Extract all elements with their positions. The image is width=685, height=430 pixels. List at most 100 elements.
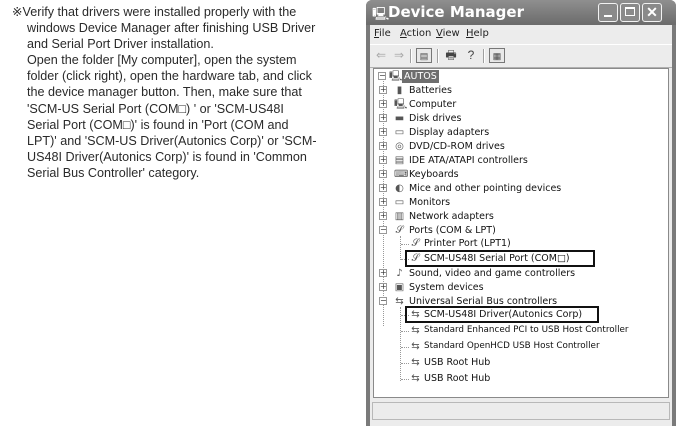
system-device-icon: ▣ (394, 282, 405, 293)
tree-item-label: Keyboards (409, 169, 459, 180)
tree-item-batteries[interactable]: + ▮ Batteries (379, 84, 579, 97)
sound-icon: ♪ (396, 268, 403, 279)
tree-item-disk-drives[interactable]: + ▬ Disk drives (379, 112, 579, 125)
tree-item-usb-root-hub[interactable]: ⇆ USB Root Hub (410, 356, 610, 369)
device-tree: − 🖳 AUTOS + ▮ Batteries + 🖳 Computer + ▬… (373, 68, 669, 398)
expand-toggle[interactable]: + (379, 128, 387, 136)
tree-root[interactable]: − 🖳 AUTOS (378, 70, 478, 83)
expand-toggle[interactable]: + (379, 86, 387, 94)
network-adapter-icon: ▥ (394, 211, 405, 222)
tree-connector (401, 347, 409, 348)
properties-icon[interactable]: ▤ (416, 48, 432, 63)
help-icon[interactable]: ? (463, 48, 479, 63)
tree-item-label: System devices (409, 282, 484, 293)
maximize-icon (625, 7, 635, 16)
computer-icon: 🖳 (389, 71, 403, 82)
tree-item-system-devices[interactable]: + ▣ System devices (379, 281, 579, 294)
tree-item-ide-controllers[interactable]: + ▤ IDE ATA/ATAPI controllers (379, 154, 599, 167)
instruction-text: ※Verify that drivers were installed prop… (8, 4, 368, 181)
computer-icon: 🖳 (394, 99, 408, 110)
tree-connector (400, 307, 401, 381)
tree-item-pci-usb-host[interactable]: ⇆ Standard Enhanced PCI to USB Host Cont… (410, 324, 668, 337)
tree-connector (401, 244, 409, 245)
expand-toggle[interactable]: + (379, 156, 387, 164)
tree-item-label: Disk drives (409, 113, 462, 124)
usb-icon: ⇆ (411, 341, 420, 352)
tree-item-dvd-drives[interactable]: + ◎ DVD/CD-ROM drives (379, 140, 579, 153)
tree-item-label: USB Root Hub (424, 373, 491, 384)
mouse-icon: ◐ (395, 183, 404, 194)
menu-help[interactable]: Help (466, 28, 489, 39)
expand-toggle[interactable]: + (379, 212, 387, 220)
expand-toggle[interactable]: + (379, 114, 387, 122)
tree-item-label: Network adapters (409, 211, 494, 222)
tree-item-label: USB Root Hub (424, 357, 491, 368)
tree-item-ports[interactable]: − 𝒮 Ports (COM & LPT) (379, 224, 579, 237)
instruction-line: ※Verify that drivers were installed prop… (12, 5, 297, 19)
back-arrow-icon[interactable]: ⇐ (373, 48, 389, 63)
tree-connector (400, 236, 401, 260)
instruction-line: and Serial Port Driver installation. (27, 37, 214, 52)
keyboard-icon: ⌨ (394, 169, 409, 180)
tree-item-display-adapters[interactable]: + ▭ Display adapters (379, 126, 579, 139)
usb-icon: ⇆ (411, 373, 420, 384)
tree-item-label: Computer (409, 99, 457, 110)
usb-icon: ⇆ (411, 357, 420, 368)
title-bar[interactable]: 🖳 Device Manager ✕ (366, 0, 676, 25)
toolbar-separator (410, 49, 412, 63)
expand-toggle[interactable]: + (379, 100, 387, 108)
computer-icon: 🖳 (372, 6, 390, 21)
tree-item-sound[interactable]: + ♪ Sound, video and game controllers (379, 267, 619, 280)
instruction-line: LPT)' and 'SCM-US Driver(Autonics Corp)'… (27, 133, 317, 148)
status-bar (372, 402, 670, 420)
tree-item-monitors[interactable]: + ▭ Monitors (379, 196, 579, 209)
close-button[interactable]: ✕ (642, 3, 662, 22)
tree-item-label: DVD/CD-ROM drives (409, 141, 505, 152)
tree-item-keyboards[interactable]: + ⌨ Keyboards (379, 168, 579, 181)
tree-item-label: Standard Enhanced PCI to USB Host Contro… (424, 325, 629, 335)
collapse-toggle[interactable]: − (379, 226, 387, 234)
tree-item-openhcd-usb-host[interactable]: ⇆ Standard OpenHCD USB Host Controller (410, 340, 668, 353)
expand-toggle[interactable]: + (379, 269, 387, 277)
device-manager-window: 🖳 Device Manager ✕ File Action View Help… (366, 0, 676, 426)
expand-toggle[interactable]: + (379, 198, 387, 206)
instruction-line: Serial Port (COM□)' is found in 'Port (C… (27, 117, 289, 132)
instruction-line: windows Device Manager after finishing U… (27, 21, 316, 36)
tree-item-printer-port[interactable]: 𝒮 Printer Port (LPT1) (410, 237, 610, 250)
toolbar-separator (437, 49, 439, 63)
expand-toggle[interactable]: + (379, 184, 387, 192)
instruction-line: 'SCM-US Serial Port (COM□) ' or 'SCM-US4… (27, 101, 284, 116)
maximize-button[interactable] (620, 3, 640, 22)
expand-toggle[interactable]: + (379, 142, 387, 150)
battery-icon: ▮ (396, 85, 403, 96)
instruction-line: the device manager button. Then, make su… (27, 85, 302, 100)
tree-item-label: Display adapters (409, 127, 490, 138)
tree-item-computer[interactable]: + 🖳 Computer (379, 98, 579, 111)
collapse-toggle[interactable]: − (378, 72, 386, 80)
menu-action[interactable]: Action (400, 28, 431, 39)
forward-arrow-icon[interactable]: ⇒ (391, 48, 407, 63)
tree-item-usb-root-hub[interactable]: ⇆ USB Root Hub (410, 372, 610, 385)
menu-view[interactable]: View (436, 28, 460, 39)
window-body: File Action View Help ⇐ ⇒ ▤ 🖶 ? ▦ − 🖳 AU… (370, 25, 672, 426)
toolbar: ⇐ ⇒ ▤ 🖶 ? ▦ (370, 44, 672, 68)
scan-hardware-icon[interactable]: ▦ (489, 48, 505, 63)
minimize-icon (604, 15, 612, 17)
tree-item-label: Ports (COM & LPT) (409, 225, 496, 236)
tree-item-label: Sound, video and game controllers (409, 268, 576, 279)
expand-toggle[interactable]: + (379, 170, 387, 178)
instruction-line: Serial Bus Controller' category. (27, 165, 200, 180)
tree-item-mice[interactable]: + ◐ Mice and other pointing devices (379, 182, 609, 195)
collapse-toggle[interactable]: − (379, 297, 387, 305)
tree-connector (401, 379, 409, 380)
tree-item-network-adapters[interactable]: + ▥ Network adapters (379, 210, 579, 223)
menu-file[interactable]: File (374, 28, 391, 39)
usb-icon: ⇆ (411, 325, 420, 336)
minimize-button[interactable] (598, 3, 618, 22)
expand-toggle[interactable]: + (379, 283, 387, 291)
menu-bar: File Action View Help (370, 25, 672, 43)
print-icon[interactable]: 🖶 (443, 48, 459, 63)
tree-item-label: IDE ATA/ATAPI controllers (409, 155, 528, 166)
usb-icon: ⇆ (395, 296, 404, 307)
port-icon: 𝒮 (411, 238, 420, 249)
